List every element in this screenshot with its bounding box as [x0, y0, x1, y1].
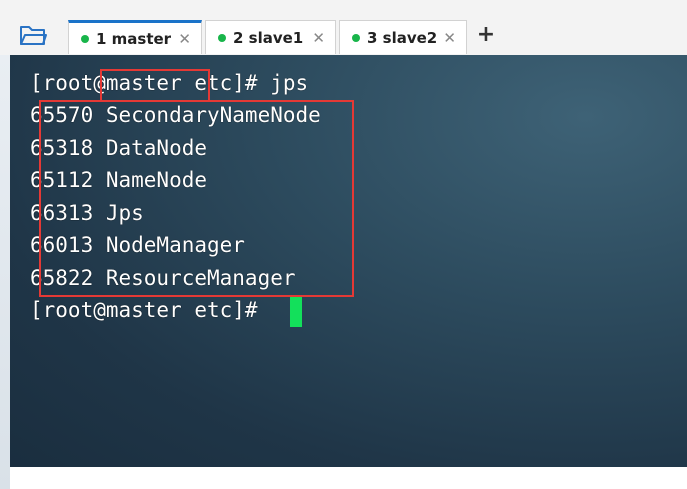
connected-status-icon	[81, 34, 89, 43]
process-list-highlight-box	[39, 100, 354, 297]
add-tab-button[interactable]: +	[475, 22, 497, 48]
connected-status-icon	[352, 33, 360, 42]
tab-slave1[interactable]: 2 slave1 ✕	[205, 20, 336, 54]
tab-label: 1 master	[96, 29, 172, 48]
tab-label: 3 slave2	[367, 28, 438, 47]
close-icon[interactable]: ✕	[178, 30, 191, 48]
tab-bar: 1 master ✕ 2 slave1 ✕ 3 slave2 ✕ +	[0, 0, 687, 55]
folder-icon[interactable]	[18, 22, 54, 52]
hostname-highlight-box	[100, 69, 210, 102]
connected-status-icon	[218, 33, 226, 42]
tab-master[interactable]: 1 master ✕	[68, 20, 202, 54]
terminal-cursor	[290, 297, 302, 327]
window-bottom-edge	[10, 467, 687, 489]
tab-label: 2 slave1	[233, 28, 304, 47]
tab-slave2[interactable]: 3 slave2 ✕	[339, 20, 467, 54]
close-icon[interactable]: ✕	[312, 29, 325, 47]
left-panel-edge	[0, 55, 10, 489]
close-icon[interactable]: ✕	[443, 29, 456, 47]
prompt-line: [root@master etc]#	[30, 298, 271, 322]
